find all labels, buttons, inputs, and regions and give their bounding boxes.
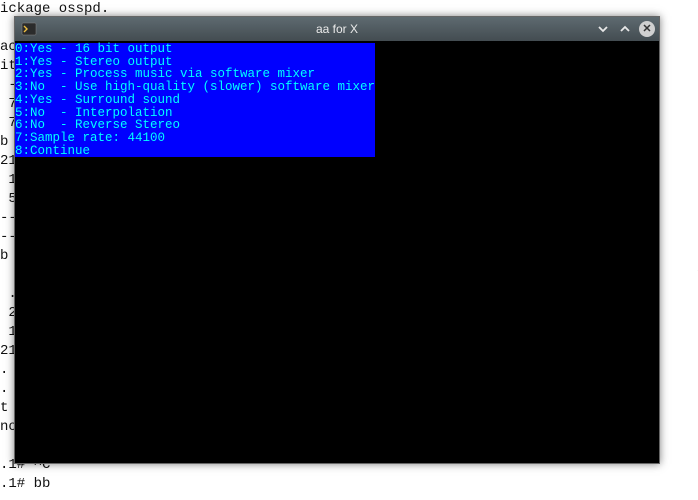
window-titlebar[interactable]: aa for X ✕: [15, 17, 659, 41]
menu-item[interactable]: 7:Sample rate: 44100: [15, 132, 375, 145]
menu-item[interactable]: 8:Continue: [15, 145, 375, 158]
app-window: aa for X ✕ 0:Yes - 16 bit output 1:Yes -…: [14, 16, 660, 464]
menu-item[interactable]: 0:Yes - 16 bit output: [15, 43, 375, 56]
menu-item[interactable]: 3:No - Use high-quality (slower) softwar…: [15, 81, 375, 94]
background-line: t: [0, 399, 8, 418]
close-icon[interactable]: ✕: [639, 21, 655, 37]
audio-config-menu[interactable]: 0:Yes - 16 bit output 1:Yes - Stereo out…: [15, 43, 375, 157]
background-line: .1# bb: [0, 475, 50, 494]
terminal-content[interactable]: 0:Yes - 16 bit output 1:Yes - Stereo out…: [15, 41, 659, 463]
terminal-icon: [21, 21, 37, 37]
window-title: aa for X: [15, 22, 659, 36]
menu-item[interactable]: 4:Yes - Surround sound: [15, 94, 375, 107]
chevron-down-icon[interactable]: [595, 21, 611, 37]
window-controls: ✕: [595, 17, 655, 41]
chevron-up-icon[interactable]: [617, 21, 633, 37]
